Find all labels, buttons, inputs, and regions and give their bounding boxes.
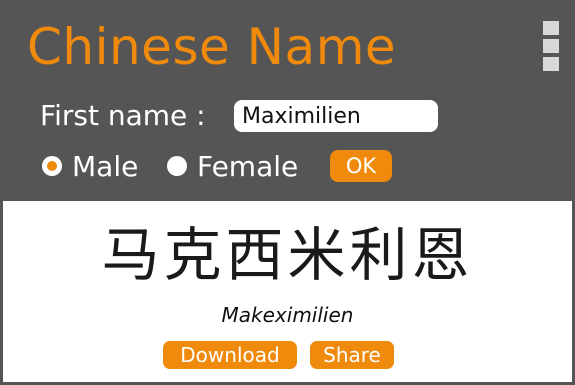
first-name-label: First name : — [40, 99, 206, 132]
ok-button[interactable]: OK — [330, 150, 392, 182]
header-panel: Chinese Name First name : Male Female OK — [3, 3, 572, 200]
male-label: Male — [72, 149, 139, 183]
app-title: Chinese Name — [27, 18, 397, 76]
hamburger-menu-icon[interactable] — [543, 21, 559, 75]
menu-bar — [543, 57, 559, 71]
menu-bar — [543, 21, 559, 35]
app-window: Chinese Name First name : Male Female OK… — [0, 0, 575, 385]
gender-option-female[interactable]: Female — [167, 147, 298, 185]
first-name-input[interactable] — [234, 100, 438, 132]
download-button[interactable]: Download — [163, 341, 297, 369]
menu-bar — [543, 39, 559, 53]
chinese-name-text: 马克西米利恩 — [101, 221, 474, 289]
female-label: Female — [197, 149, 299, 183]
result-panel: 马克西米利恩 Makeximilien Download Share — [3, 201, 572, 382]
gender-option-male[interactable]: Male — [42, 147, 138, 185]
female-radio[interactable] — [167, 156, 187, 176]
male-radio[interactable] — [42, 156, 62, 176]
romanization-text: Makeximilien — [221, 303, 354, 327]
share-button[interactable]: Share — [310, 341, 394, 369]
